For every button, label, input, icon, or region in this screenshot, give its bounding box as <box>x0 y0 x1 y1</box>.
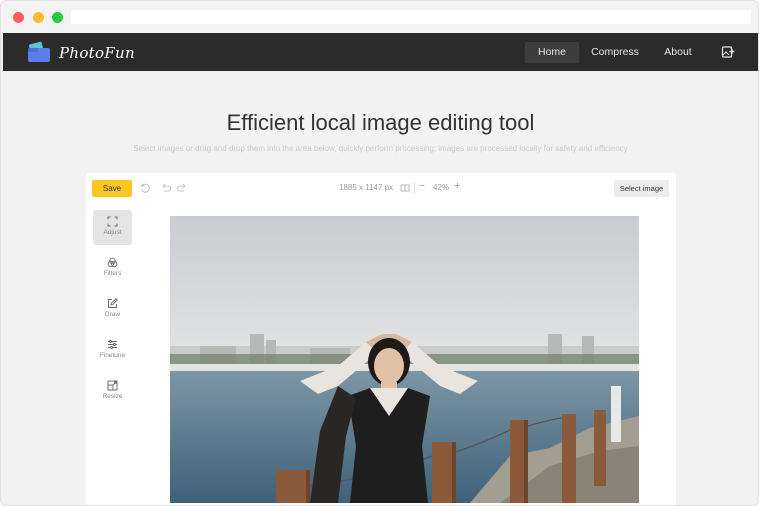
finetune-icon <box>108 340 117 349</box>
page-title: Efficient local image editing tool <box>226 110 535 135</box>
top-navbar: PhotoFun Home Compress About <box>3 33 758 71</box>
reset-icon[interactable] <box>139 182 151 194</box>
close-window-button[interactable] <box>13 12 24 23</box>
tool-finetune-label: Finetune <box>99 352 126 359</box>
draw-icon <box>108 298 118 308</box>
save-button[interactable]: Save <box>92 180 132 197</box>
image-dimensions: 1885 x 1147 px <box>339 183 394 192</box>
filters-icon <box>107 257 118 268</box>
tool-finetune[interactable]: Finetune <box>93 333 132 368</box>
nav-compress[interactable]: Compress <box>589 42 641 63</box>
zoom-in-icon[interactable]: + <box>454 180 460 192</box>
zoom-out-icon[interactable]: − <box>419 181 425 192</box>
nav-about[interactable]: About <box>659 42 697 63</box>
photofun-logo-icon <box>28 41 50 62</box>
tool-filters[interactable]: Filters <box>93 251 132 286</box>
page-subtitle: Select images or drag and drop them into… <box>133 144 628 153</box>
address-bar[interactable] <box>71 10 751 24</box>
tool-draw[interactable]: Draw <box>93 292 132 327</box>
zoom-level: 42% <box>433 183 450 192</box>
tool-filters-label: Filters <box>103 270 122 277</box>
tool-adjust[interactable]: Adjust <box>93 210 132 245</box>
maximize-window-button[interactable] <box>52 12 63 23</box>
fit-screen-icon[interactable] <box>400 183 410 193</box>
redo-icon[interactable] <box>177 182 189 194</box>
editor-panel: Save 1885 x 1147 px − 42% + Select image… <box>86 173 676 505</box>
tool-draw-label: Draw <box>104 311 121 318</box>
select-image-button[interactable]: Select image <box>614 180 669 197</box>
undo-icon[interactable] <box>159 182 171 194</box>
image-canvas[interactable] <box>170 216 639 503</box>
nav-home[interactable]: Home <box>525 42 579 63</box>
browser-chrome <box>1 1 758 33</box>
tool-adjust-label: Adjust <box>103 229 122 236</box>
add-image-icon[interactable] <box>721 45 735 59</box>
browser-window: PhotoFun Home Compress About Efficient l… <box>0 0 759 506</box>
resize-icon <box>107 380 118 391</box>
zoom-divider <box>414 183 415 193</box>
brand-name: PhotoFun <box>59 44 135 62</box>
tool-resize-label: Resize <box>102 393 123 400</box>
adjust-icon <box>107 216 118 227</box>
minimize-window-button[interactable] <box>33 12 44 23</box>
tool-resize[interactable]: Resize <box>93 374 132 409</box>
